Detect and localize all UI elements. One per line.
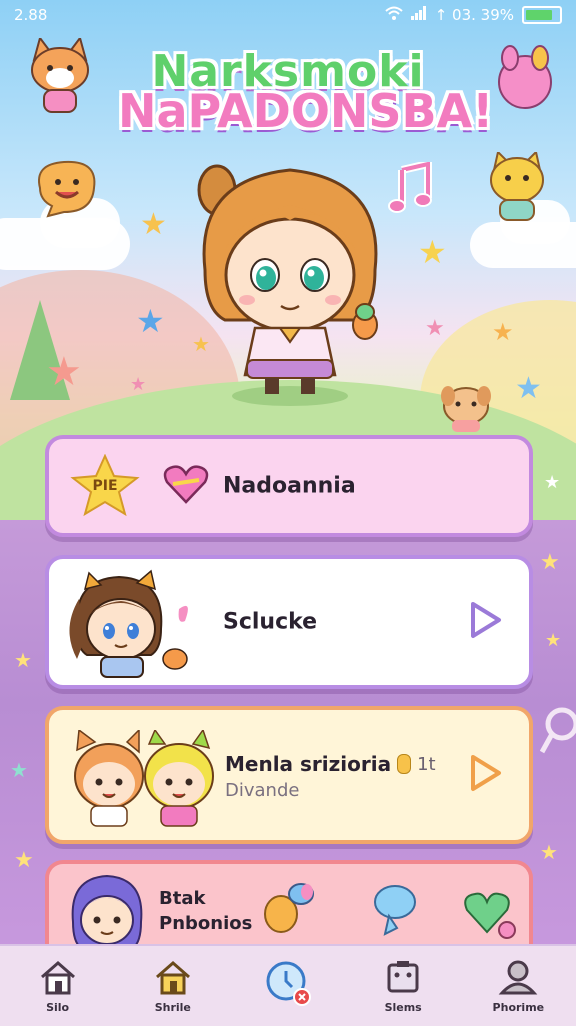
- box-icon: [383, 959, 423, 999]
- smiley-blob-mascot: [34, 158, 100, 222]
- fox-mascot: [24, 35, 96, 124]
- menu-card-4-title-1: Btak: [159, 888, 206, 909]
- nav-item-silo[interactable]: Silo: [13, 959, 103, 1014]
- menu-card-3-title: Menla srizioria: [225, 752, 392, 776]
- menu-card-3-text: Menla srizioria 1t Divande: [225, 752, 436, 801]
- nav-label-phorime: Phorime: [492, 1000, 545, 1014]
- menu-card-1-title: Nadoannia: [223, 473, 356, 499]
- star-icon: ★: [46, 349, 82, 395]
- puppy-mascot: [438, 382, 494, 438]
- menu-card-4-title-2: Pnbonios: [159, 913, 253, 934]
- game-logo: Narksmoki NaPADONSBA!: [118, 50, 494, 138]
- menu-card-2[interactable]: Sclucke: [45, 555, 533, 689]
- nav-item-phorime[interactable]: Phorime: [473, 959, 563, 1014]
- green-heart-icon: [461, 886, 517, 946]
- menu-card-2-title: Sclucke: [223, 609, 318, 635]
- clock-icon: [264, 959, 312, 1011]
- star-icon: ★: [136, 302, 165, 340]
- star-icon: ★: [545, 630, 562, 651]
- play-arrow-icon[interactable]: [469, 754, 503, 796]
- carrot-candy-icon: [259, 880, 319, 940]
- star-icon: ★: [540, 550, 560, 575]
- nav-label-shrile: Shrile: [154, 1000, 191, 1014]
- star-icon: ★: [130, 374, 147, 395]
- star-badge: PIE: [69, 454, 141, 518]
- star-icon: ★: [140, 207, 167, 242]
- star-icon: ★: [515, 371, 542, 406]
- heart-icon: [163, 464, 209, 508]
- profile-icon: [498, 959, 538, 999]
- star-icon: ★: [544, 472, 561, 493]
- nav-label-slems: Slems: [384, 1000, 422, 1014]
- signal-icon: [410, 6, 427, 24]
- pink-bunny-mascot: [494, 44, 556, 118]
- lollipop-icon: [539, 706, 576, 760]
- status-battery-text: ↑ 03. 39%: [434, 6, 514, 24]
- battery-icon: [522, 6, 562, 24]
- logo-line-2: NaPADONSBA!: [118, 84, 494, 138]
- status-time: 2.88: [14, 6, 48, 24]
- nav-item-slems[interactable]: Slems: [358, 959, 448, 1014]
- menu-card-3-subtitle: Divande: [225, 780, 300, 801]
- bottom-nav: Silo Shrile Slems Phorime: [0, 944, 576, 1026]
- wifi-icon: [385, 6, 403, 24]
- menu-card-1[interactable]: PIE Nadoannia: [45, 435, 533, 537]
- play-arrow-icon[interactable]: [469, 601, 503, 643]
- menu-card-3[interactable]: Menla srizioria 1t Divande: [45, 706, 533, 844]
- star-icon: ★: [425, 316, 445, 341]
- star-icon: ★: [10, 758, 28, 782]
- nav-item-center[interactable]: [243, 959, 333, 1013]
- main-character: [185, 160, 395, 410]
- star-icon: ★: [14, 848, 34, 873]
- star-icon: ★: [540, 840, 558, 864]
- menu-card-4-text: Btak Pnbonios: [159, 888, 252, 934]
- menu-card-3-suffix: 1t: [417, 753, 436, 775]
- cat-mascot: [484, 150, 550, 232]
- nav-label-silo: Silo: [46, 1000, 70, 1014]
- nav-item-shrile[interactable]: Shrile: [128, 959, 218, 1014]
- twin-girls-avatar: [69, 728, 219, 834]
- status-bar: 2.88 ↑ 03. 39%: [0, 0, 576, 30]
- star-icon: ★: [418, 233, 447, 271]
- star-icon: ★: [492, 318, 514, 346]
- brunette-girl-avatar: [67, 569, 197, 685]
- coin-icon: [397, 754, 412, 774]
- home-icon: [38, 959, 78, 999]
- status-icons: ↑ 03. 39%: [385, 6, 562, 24]
- star-badge-label: PIE: [92, 478, 118, 494]
- blue-candy-icon: [367, 878, 423, 942]
- house-icon: [153, 959, 193, 999]
- star-icon: ★: [14, 648, 32, 672]
